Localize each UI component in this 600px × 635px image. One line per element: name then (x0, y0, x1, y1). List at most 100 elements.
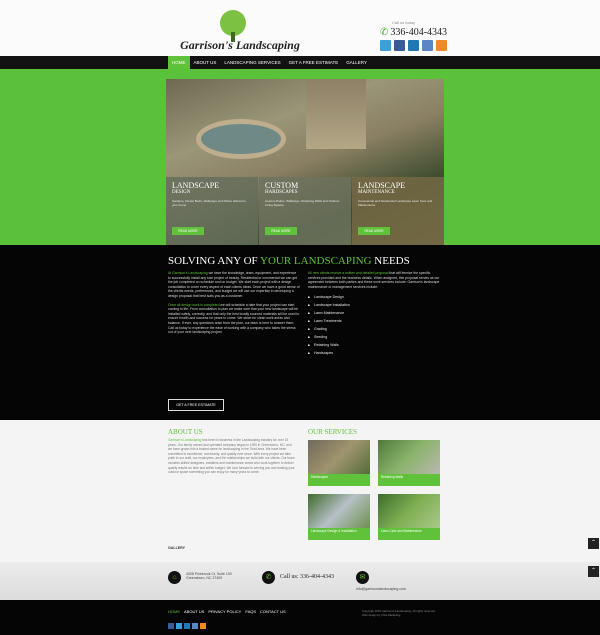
paragraph-text: we will schedule a date that your projec… (168, 302, 300, 335)
panel-title: CUSTOM (265, 181, 299, 190)
site-footer: HOME ABOUT US PRIVACY POLICY FAQS CONTAC… (0, 600, 600, 635)
google-plus-icon[interactable] (192, 623, 198, 629)
footer-link-privacy-policy[interactable]: PRIVACY POLICY (208, 609, 241, 614)
list-item: Landscape Design (308, 293, 440, 301)
proposal-paragraph: All new clients receive a written and de… (308, 271, 440, 289)
scroll-up-icon[interactable]: ⌃ (588, 566, 599, 577)
accent-text: All new clients receive a written and de… (308, 271, 389, 275)
nav-item-landscaping-services[interactable]: LANDSCAPING SERVICES (220, 56, 284, 69)
hero-image: LANDSCAPE DESIGN Gardens, Flower Beds, W… (166, 79, 444, 245)
footer-link-faqs[interactable]: FAQS (245, 609, 256, 614)
pool-graphic (196, 119, 286, 159)
service-caption: Retaining Walls (378, 474, 440, 486)
list-item: Landscape Installation (308, 301, 440, 309)
nav-item-about-us[interactable]: ABOUT US (190, 56, 221, 69)
page: Garrison's Landscaping Call us today ✆ 33… (0, 0, 600, 635)
twitter-icon[interactable] (380, 40, 391, 51)
footer-link-home[interactable]: HOME (168, 609, 180, 614)
footer-links: HOME ABOUT US PRIVACY POLICY FAQS CONTAC… (168, 609, 286, 614)
twitter-icon[interactable] (176, 623, 182, 629)
services-list: Landscape Design Landscape Installation … (308, 293, 440, 357)
service-card-lawn-care[interactable]: Lawn Care and Maintenance (378, 494, 440, 540)
rss-icon[interactable] (436, 40, 447, 51)
read-more-button[interactable]: READ MORE (265, 227, 297, 235)
scroll-up-icon[interactable]: ⌃ (588, 538, 599, 549)
nav-item-home[interactable]: HOME (168, 56, 190, 69)
footer-social-links (168, 623, 206, 629)
service-image (378, 494, 440, 528)
about-title: ABOUT US (168, 428, 203, 436)
read-more-button[interactable]: READ MORE (358, 227, 390, 235)
read-more-button[interactable]: READ MORE (172, 227, 204, 235)
paragraph-text: we have the knowledge, team, equipment, … (168, 271, 300, 298)
service-image (378, 440, 440, 474)
rss-icon[interactable] (200, 623, 206, 629)
footer-link-contact-us[interactable]: CONTACT US (260, 609, 286, 614)
header-phone[interactable]: ✆ 336-404-4343 (380, 27, 447, 38)
phone-icon: ✆ (380, 27, 389, 38)
hero-section: LANDSCAPE DESIGN Gardens, Flower Beds, W… (0, 69, 600, 245)
facebook-icon[interactable] (168, 623, 174, 629)
list-item: Retaining Walls (308, 341, 440, 349)
contact-email[interactable]: info@garrisonslandscaping.com (356, 587, 406, 591)
nav-item-free-estimate[interactable]: GET A FREE ESTIMATE (285, 56, 343, 69)
hero-panel-custom-hardscapes: CUSTOM HARDSCAPES Custom Patios, Walkway… (259, 177, 351, 245)
service-card-retaining-walls[interactable]: Retaining Walls (378, 440, 440, 486)
accent-text: At Garrison's Landscaping (168, 271, 208, 275)
contact-bar: ⌂ 4008 Pinebrook Ct, Suite 100 Greensbor… (0, 562, 600, 600)
list-item: Grading (308, 325, 440, 333)
hero-panel-landscape-maintenance: LANDSCAPE MAINTENANCE Commercial and Res… (352, 177, 444, 245)
copyright-text: Copyright 2015 Garrison's Landscaping. A… (362, 609, 436, 617)
waterfall-graphic (306, 79, 366, 149)
panel-text: Gardens, Flower Beds, Walkways and Patio… (172, 199, 246, 207)
list-item: Lawn Maintenance (308, 309, 440, 317)
service-card-hardscapes[interactable]: Hardscapes (308, 440, 370, 486)
facebook-icon[interactable] (394, 40, 405, 51)
address-line-2: Greensboro, NC 27409 (186, 576, 223, 581)
site-header: Garrison's Landscaping Call us today ✆ 33… (0, 0, 600, 56)
location-pin-icon: ⌂ (168, 571, 181, 584)
accent-text: Garrison's Landscaping (168, 438, 202, 442)
logo-text: Garrison's Landscaping (180, 38, 300, 52)
gallery-label[interactable]: GALLERY (168, 546, 185, 550)
list-item: Seeding (308, 333, 440, 341)
email-icon: ✉ (356, 571, 369, 584)
section-title: SOLVING ANY OF YOUR LANDSCAPING NEEDS (168, 255, 410, 267)
free-estimate-button[interactable]: GET A FREE ESTIMATE (168, 399, 224, 411)
service-caption: Lawn Care and Maintenance (378, 528, 440, 540)
service-caption: Hardscapes (308, 474, 370, 486)
about-services-section: ABOUT US Garrison's Landscaping has been… (0, 420, 600, 562)
phone-label: Call us today (392, 20, 416, 25)
services-title: OUR SERVICES (308, 428, 358, 436)
panel-text: Commercial and Residential Landscape Law… (358, 199, 433, 207)
list-item: Hardscapes (308, 349, 440, 357)
hero-panel-landscape-design: LANDSCAPE DESIGN Gardens, Flower Beds, W… (166, 177, 258, 245)
accent-text: Once all design work is completed (168, 302, 220, 307)
solving-section: SOLVING ANY OF YOUR LANDSCAPING NEEDS At… (0, 245, 600, 420)
main-nav: HOME ABOUT US LANDSCAPING SERVICES GET A… (0, 56, 600, 69)
linkedin-icon[interactable] (184, 623, 190, 629)
service-image (308, 494, 370, 528)
footer-link-about-us[interactable]: ABOUT US (184, 609, 204, 614)
process-paragraph: Once all design work is completed we wil… (168, 303, 300, 335)
list-item: Lawn Treatments (308, 317, 440, 325)
google-plus-icon[interactable] (422, 40, 433, 51)
title-accent: YOUR LANDSCAPING (260, 255, 372, 267)
solving-left-column: At Garrison's Landscaping we have the kn… (168, 271, 300, 339)
title-start: SOLVING ANY OF (168, 255, 260, 267)
panel-text: Custom Patios, Walkways, Retaining Walls… (265, 199, 340, 207)
service-image (308, 440, 370, 474)
intro-paragraph: At Garrison's Landscaping we have the kn… (168, 271, 300, 299)
panel-subtitle: DESIGN (172, 190, 191, 195)
site-logo[interactable]: Garrison's Landscaping (170, 10, 310, 54)
panel-subtitle: HARDSCAPES (265, 190, 298, 195)
nav-item-gallery[interactable]: GALLERY (342, 56, 371, 69)
phone-number: 336-404-4343 (390, 27, 448, 38)
contact-phone[interactable]: Call us: 336-404-4343 (280, 574, 334, 580)
linkedin-icon[interactable] (408, 40, 419, 51)
panel-title: LANDSCAPE (172, 181, 220, 190)
service-card-landscape-design[interactable]: Landscape Design & Installation (308, 494, 370, 540)
header-social-links (380, 40, 447, 51)
panel-subtitle: MAINTENANCE (358, 190, 395, 195)
address: 4008 Pinebrook Ct, Suite 100 Greensboro,… (186, 572, 232, 581)
